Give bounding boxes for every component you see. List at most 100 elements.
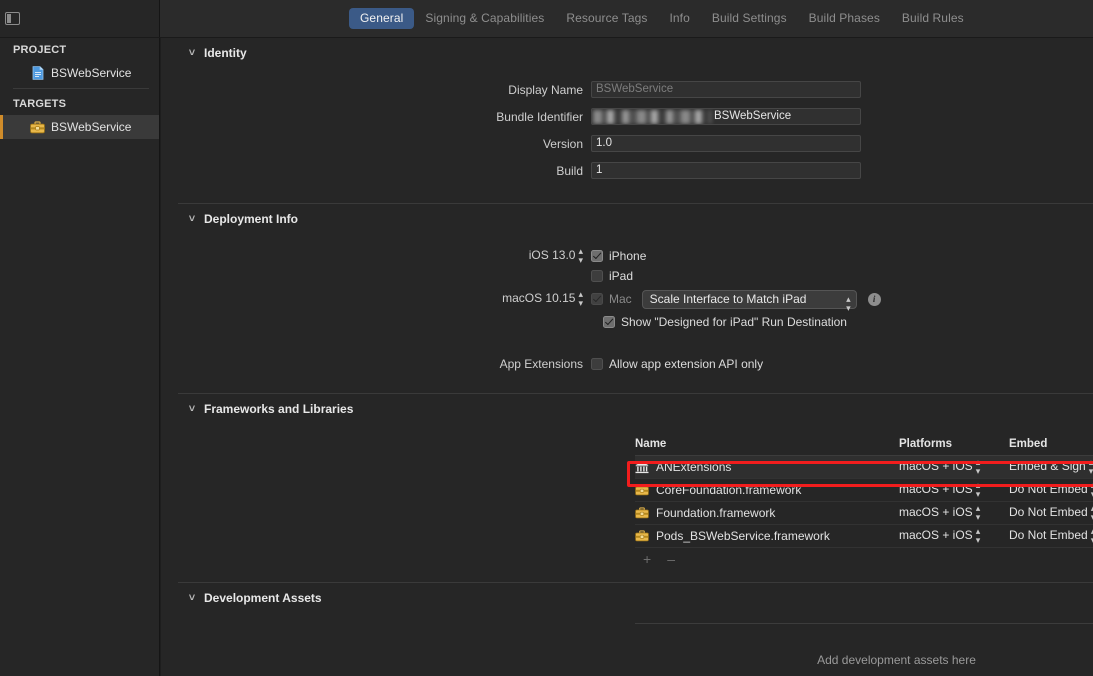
display-name-row: Display Name BSWebService — [161, 76, 1093, 103]
deployment-info-section-header[interactable]: ˅ Deployment Info — [161, 204, 1093, 234]
ipad-row: iPad — [161, 266, 1093, 286]
framework-platforms-select[interactable]: macOS + iOS ▴ ▾ — [899, 458, 1009, 476]
tab-build-settings[interactable]: Build Settings — [701, 8, 798, 29]
bundle-identifier-label: Bundle Identifier — [496, 109, 583, 124]
chevron-updown-icon: ▴ ▾ — [975, 457, 981, 476]
chevron-down-icon[interactable]: ˅ — [186, 403, 198, 415]
development-assets-section-header[interactable]: ˅ Development Assets — [161, 583, 1093, 613]
chevron-updown-icon: ▴ ▾ — [846, 293, 851, 313]
table-row[interactable]: ANExtensions macOS + iOS ▴ ▾ Embed & Sign ▴… — [635, 456, 1093, 479]
identity-section-header[interactable]: ˅ Identity — [161, 38, 1093, 68]
framework-name: Foundation.framework — [656, 506, 776, 520]
project-navigator-sidebar: PROJECT BSWebService TARGETS BSWebServic… — [0, 38, 160, 676]
version-input[interactable]: 1.0 — [591, 135, 861, 152]
tab-build-rules[interactable]: Build Rules — [891, 8, 975, 29]
deployment-info-section-title: Deployment Info — [204, 212, 299, 226]
frameworks-table-header: Name Platforms Embed — [635, 438, 1093, 456]
framework-platforms-select[interactable]: macOS + iOS ▴ ▾ — [899, 504, 1009, 522]
identity-section: ˅ Identity Display Name BSWebService Bun… — [161, 38, 1093, 204]
sidebar-item-project-bswebservice[interactable]: BSWebService — [0, 61, 159, 85]
editor-top-bar: General Signing & Capabilities Resource … — [0, 0, 1093, 38]
framework-platforms-value: macOS + iOS — [899, 459, 973, 474]
display-name-label: Display Name — [508, 82, 583, 97]
xcode-general-tab-window: General Signing & Capabilities Resource … — [0, 0, 1093, 676]
designed-for-ipad-checkbox[interactable] — [603, 316, 615, 328]
tab-general[interactable]: General — [349, 8, 415, 29]
framework-toolbox-icon — [635, 506, 649, 520]
column-header-platforms: Platforms — [899, 438, 953, 450]
framework-embed-select[interactable]: Do Not Embed ▴ ▾ — [1009, 504, 1093, 522]
framework-name: ANExtensions — [656, 460, 732, 474]
framework-platforms-value: macOS + iOS — [899, 482, 973, 497]
ipad-label: iPad — [609, 269, 634, 283]
frameworks-section-header[interactable]: ˅ Frameworks and Libraries — [161, 394, 1093, 424]
allow-app-extension-api-label: Allow app extension API only — [609, 357, 764, 371]
chevron-down-icon[interactable]: ˅ — [186, 47, 198, 59]
sidebar-item-target-bswebservice[interactable]: BSWebService — [0, 115, 159, 139]
frameworks-table-actions: + – — [635, 548, 1093, 570]
allow-app-extension-api-checkbox[interactable] — [591, 358, 603, 370]
column-header-embed: Embed — [1009, 438, 1048, 450]
iphone-label: iPhone — [609, 249, 647, 263]
framework-platforms-value: macOS + iOS — [899, 528, 973, 543]
stepper-icon[interactable]: ▴ ▾ — [578, 290, 583, 308]
framework-embed-select[interactable]: Do Not Embed ▴ ▾ — [1009, 481, 1093, 499]
mac-checkbox — [591, 293, 603, 305]
build-input[interactable]: 1 — [591, 162, 861, 179]
chevron-down-icon[interactable]: ˅ — [186, 592, 198, 604]
macos-deployment-target[interactable]: macOS 10.15 ▴ ▾ — [161, 290, 591, 308]
app-extensions-row: App Extensions Allow app extension API o… — [161, 354, 1093, 374]
sidebar-item-project-label: BSWebService — [51, 66, 132, 80]
chevron-updown-icon: ▴ ▾ — [975, 503, 981, 522]
stepper-icon[interactable]: ▴ ▾ — [578, 247, 583, 265]
app-extensions-label: App Extensions — [499, 357, 583, 371]
mac-interface-select[interactable]: Scale Interface to Match iPad ▴ ▾ — [641, 289, 857, 312]
development-assets-section-title: Development Assets — [204, 591, 322, 605]
table-row[interactable]: CoreFoundation.framework macOS + iOS ▴ ▾ D… — [635, 479, 1093, 502]
framework-embed-select[interactable]: Do Not Embed ▴ ▾ — [1009, 527, 1093, 545]
framework-toolbox-icon — [635, 529, 649, 543]
tab-info[interactable]: Info — [658, 8, 700, 29]
chevron-down-icon[interactable]: ˅ — [186, 213, 198, 225]
sidebar-header — [0, 0, 160, 37]
remove-framework-button[interactable]: – — [667, 551, 675, 567]
iphone-checkbox[interactable] — [591, 250, 603, 262]
designed-for-ipad-label: Show "Designed for iPad" Run Destination — [621, 315, 847, 329]
development-assets-dropzone[interactable]: Add development assets here — [635, 623, 1093, 676]
general-settings-pane: ˅ Identity Display Name BSWebService Bun… — [161, 38, 1093, 676]
editor-tab-bar: General Signing & Capabilities Resource … — [349, 0, 975, 37]
bundle-identifier-input[interactable]: BSWebService — [591, 108, 861, 125]
mac-interface-value: Scale Interface to Match iPad — [649, 291, 807, 306]
build-row: Build 1 — [161, 157, 1093, 184]
chevron-updown-icon: ▴ ▾ — [1088, 457, 1093, 476]
info-icon[interactable]: i — [867, 292, 881, 306]
chevron-updown-icon: ▴ ▾ — [975, 526, 981, 545]
column-header-name: Name — [635, 438, 667, 450]
development-assets-hint: Add development assets here — [817, 653, 976, 667]
version-label: Version — [542, 136, 583, 151]
project-document-icon — [30, 66, 45, 81]
ios-deployment-target[interactable]: iOS 13.0 ▴ ▾ — [161, 247, 591, 265]
framework-embed-select[interactable]: Embed & Sign ▴ ▾ — [1009, 458, 1093, 476]
deployment-info-section: ˅ Deployment Info iOS 13.0 ▴ ▾ iPhone iPad… — [161, 204, 1093, 394]
framework-name: Pods_BSWebService.framework — [656, 529, 830, 543]
framework-platforms-value: macOS + iOS — [899, 505, 973, 520]
framework-platforms-select[interactable]: macOS + iOS ▴ ▾ — [899, 481, 1009, 499]
add-framework-button[interactable]: + — [643, 551, 651, 567]
tab-build-phases[interactable]: Build Phases — [798, 8, 891, 29]
redacted-bundle-prefix — [593, 110, 711, 124]
tab-signing-capabilities[interactable]: Signing & Capabilities — [414, 8, 555, 29]
table-row[interactable]: Pods_BSWebService.framework macOS + iOS ▴… — [635, 525, 1093, 548]
display-name-input[interactable]: BSWebService — [591, 81, 861, 98]
tab-resource-tags[interactable]: Resource Tags — [555, 8, 658, 29]
framework-platforms-select[interactable]: macOS + iOS ▴ ▾ — [899, 527, 1009, 545]
mac-label: Mac — [609, 292, 632, 306]
framework-name: CoreFoundation.framework — [656, 483, 802, 497]
designed-for-ipad-row: Show "Designed for iPad" Run Destination — [161, 312, 1093, 332]
table-row[interactable]: Foundation.framework macOS + iOS ▴ ▾ Do No… — [635, 502, 1093, 525]
ipad-checkbox[interactable] — [591, 270, 603, 282]
target-toolbox-icon — [30, 120, 45, 135]
sidebar-item-target-label: BSWebService — [51, 120, 132, 134]
sidebar-toggle-icon[interactable] — [5, 12, 20, 25]
version-row: Version 1.0 — [161, 130, 1093, 157]
